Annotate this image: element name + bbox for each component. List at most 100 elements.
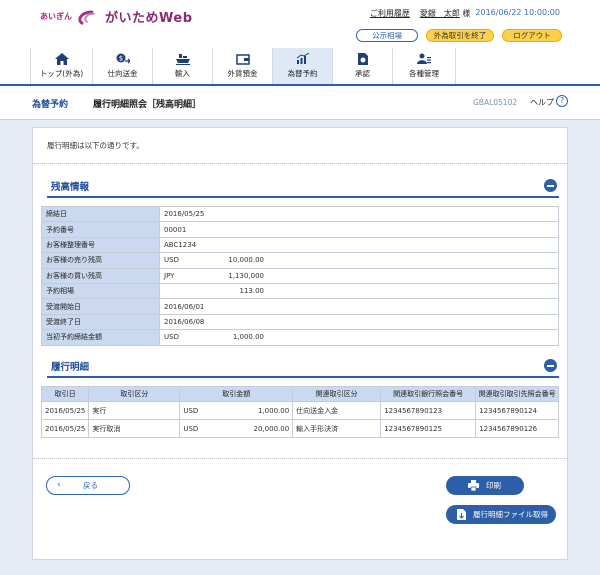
help-icon[interactable]: ?: [556, 95, 568, 107]
row-label: お客様整理番号: [41, 236, 160, 254]
page-title: 履行明細照会［残高明細］: [93, 100, 202, 110]
divider: [33, 163, 567, 164]
cell-bank-ref: 1234567890125: [380, 419, 477, 438]
nav-remittance-label: 仕向送金: [107, 69, 138, 78]
cell-amount: 1,000.00: [209, 401, 294, 420]
amount: 1,000.00: [232, 333, 264, 342]
divider: [33, 458, 567, 459]
column-header: 取引日: [40, 386, 90, 402]
print-button[interactable]: 印刷: [446, 476, 524, 495]
details-table: 取引日 取引区分 取引金額 関連取引区分 関連取引銀行照会番号 関連取引取引先照…: [40, 386, 559, 438]
row-label: お客様の売り残高: [41, 252, 160, 269]
cell-client-ref: 1234567890126: [475, 419, 559, 438]
balance-section-header: 残高情報: [47, 176, 559, 198]
row-label: 受渡開始日: [41, 298, 160, 315]
row-value: 00001: [159, 221, 559, 238]
amount: 1,130,000: [228, 271, 264, 280]
column-header: 取引金額: [179, 386, 294, 402]
forward-contract-icon: [296, 53, 309, 64]
row-label: 締結日: [41, 205, 160, 223]
intro-text: 履行明細は以下の通りです。: [47, 141, 144, 150]
row-label: 予約相場: [41, 282, 160, 300]
details-heading: 履行明細: [51, 362, 90, 373]
download-file-button[interactable]: 履行明細ファイル取得: [446, 505, 556, 524]
table-header-row: 取引日 取引区分 取引金額 関連取引区分 関連取引銀行照会番号 関連取引取引先照…: [40, 386, 559, 402]
nav-remittance[interactable]: $ 仕向送金: [92, 48, 152, 84]
section-name: 為替予約: [32, 100, 69, 110]
row-value: USD 10,000.00: [159, 252, 559, 269]
currency: USD: [164, 256, 179, 265]
nav-forward-contract-label: 為替予約: [287, 69, 318, 78]
row-label: お客様の買い残高: [41, 267, 160, 284]
nav-top-label: トップ(外為): [39, 69, 84, 78]
row-label: 受渡終了日: [41, 313, 160, 331]
nav-import-label: 輸入: [175, 69, 190, 78]
print-label: 印刷: [486, 481, 501, 490]
collapse-balance-icon[interactable]: [544, 179, 557, 192]
approval-icon: [357, 53, 368, 65]
cell-type: 実行: [88, 401, 181, 420]
logo-main-text: がいためWeb: [105, 11, 193, 26]
nav-management-label: 各種管理: [409, 69, 439, 78]
svg-text:$: $: [118, 55, 122, 63]
exit-fx-button[interactable]: 外為取引を終了: [426, 29, 494, 42]
back-button[interactable]: ‹ 戻る: [46, 476, 130, 495]
nav-approval[interactable]: 承認: [332, 48, 392, 84]
nav-deposit-label: 外貨預金: [227, 69, 258, 78]
row-label: 予約番号: [41, 221, 160, 238]
file-download-icon: [457, 509, 466, 520]
title-bar: 為替予約 履行明細照会［残高明細］ GBAL05102 ヘルプ ?: [0, 86, 600, 120]
nav-deposit[interactable]: 外貨預金: [212, 48, 272, 84]
column-header: 関連取引区分: [292, 386, 382, 402]
header: あいぎん がいためWeb ご利用履歴 愛銀 太郎 様 2016/06/22 10…: [0, 0, 600, 86]
nav-top[interactable]: トップ(外為): [30, 48, 92, 84]
table-row: 受渡開始日 2016/06/01: [41, 298, 559, 315]
main-nav: トップ(外為) $ 仕向送金 輸入 外貨預金 為替予約 承認 各種管理: [30, 48, 456, 86]
details-section-header: 履行明細: [47, 356, 559, 378]
nav-import[interactable]: 輸入: [152, 48, 212, 84]
nav-management[interactable]: 各種管理: [392, 48, 456, 84]
cell-bank-ref: 1234567890123: [380, 401, 477, 420]
row-value: USD 1,000.00: [159, 329, 559, 346]
cell-currency: USD: [179, 401, 210, 420]
table-row: 当初予約締結金額 USD 1,000.00: [41, 329, 559, 346]
currency: JPY: [164, 271, 175, 280]
user-name-text[interactable]: 愛銀 太郎: [420, 9, 460, 18]
table-row: お客様の買い残高 JPY 1,130,000: [41, 267, 559, 284]
user-name[interactable]: 愛銀 太郎 様: [420, 8, 471, 19]
top-links: ご利用履歴 愛銀 太郎 様 2016/06/22 10:00:00: [370, 8, 560, 19]
table-row: 2016/05/25 実行 USD 1,000.00 仕向送金入金 123456…: [40, 401, 559, 420]
chevron-left-icon: ‹: [57, 480, 61, 490]
cell-client-ref: 1234567890124: [475, 401, 559, 420]
cell-currency: USD: [179, 419, 210, 438]
logo[interactable]: あいぎん がいためWeb: [40, 7, 193, 28]
cell-date: 2016/05/25: [40, 401, 90, 420]
screen-id: GBAL05102: [473, 98, 518, 107]
cell-type: 実行取消: [88, 419, 181, 438]
row-value: 2016/05/25: [159, 205, 559, 223]
cell-related-type: 輸入手形決済: [292, 419, 382, 438]
currency: USD: [164, 333, 179, 342]
logo-small-text: あいぎん: [40, 12, 72, 21]
column-header: 取引区分: [88, 386, 181, 402]
row-value: 2016/06/08: [159, 313, 559, 331]
logo-mark-icon: [76, 7, 102, 28]
nav-forward-contract[interactable]: 為替予約: [272, 48, 332, 86]
amount: 10,000.00: [228, 256, 264, 265]
table-row: 2016/05/25 実行取消 USD 20,000.00 輸入手形決済 123…: [40, 419, 559, 438]
import-ship-icon: [175, 54, 190, 65]
row-value: 2016/06/01: [159, 298, 559, 315]
user-suffix: 様: [462, 9, 471, 18]
rates-button[interactable]: 公示相場: [356, 29, 418, 42]
history-link[interactable]: ご利用履歴: [370, 8, 410, 19]
help-link[interactable]: ヘルプ: [530, 97, 554, 108]
cell-amount: 20,000.00: [209, 419, 294, 438]
nav-approval-label: 承認: [355, 69, 370, 78]
management-icon: [417, 53, 431, 64]
table-row: 予約相場 113.00: [41, 282, 559, 300]
row-label: 当初予約締結金額: [41, 329, 160, 346]
table-row: 締結日 2016/05/25: [41, 205, 559, 223]
table-row: 受渡終了日 2016/06/08: [41, 313, 559, 331]
logout-button[interactable]: ログアウト: [502, 29, 562, 42]
collapse-details-icon[interactable]: [544, 359, 557, 372]
